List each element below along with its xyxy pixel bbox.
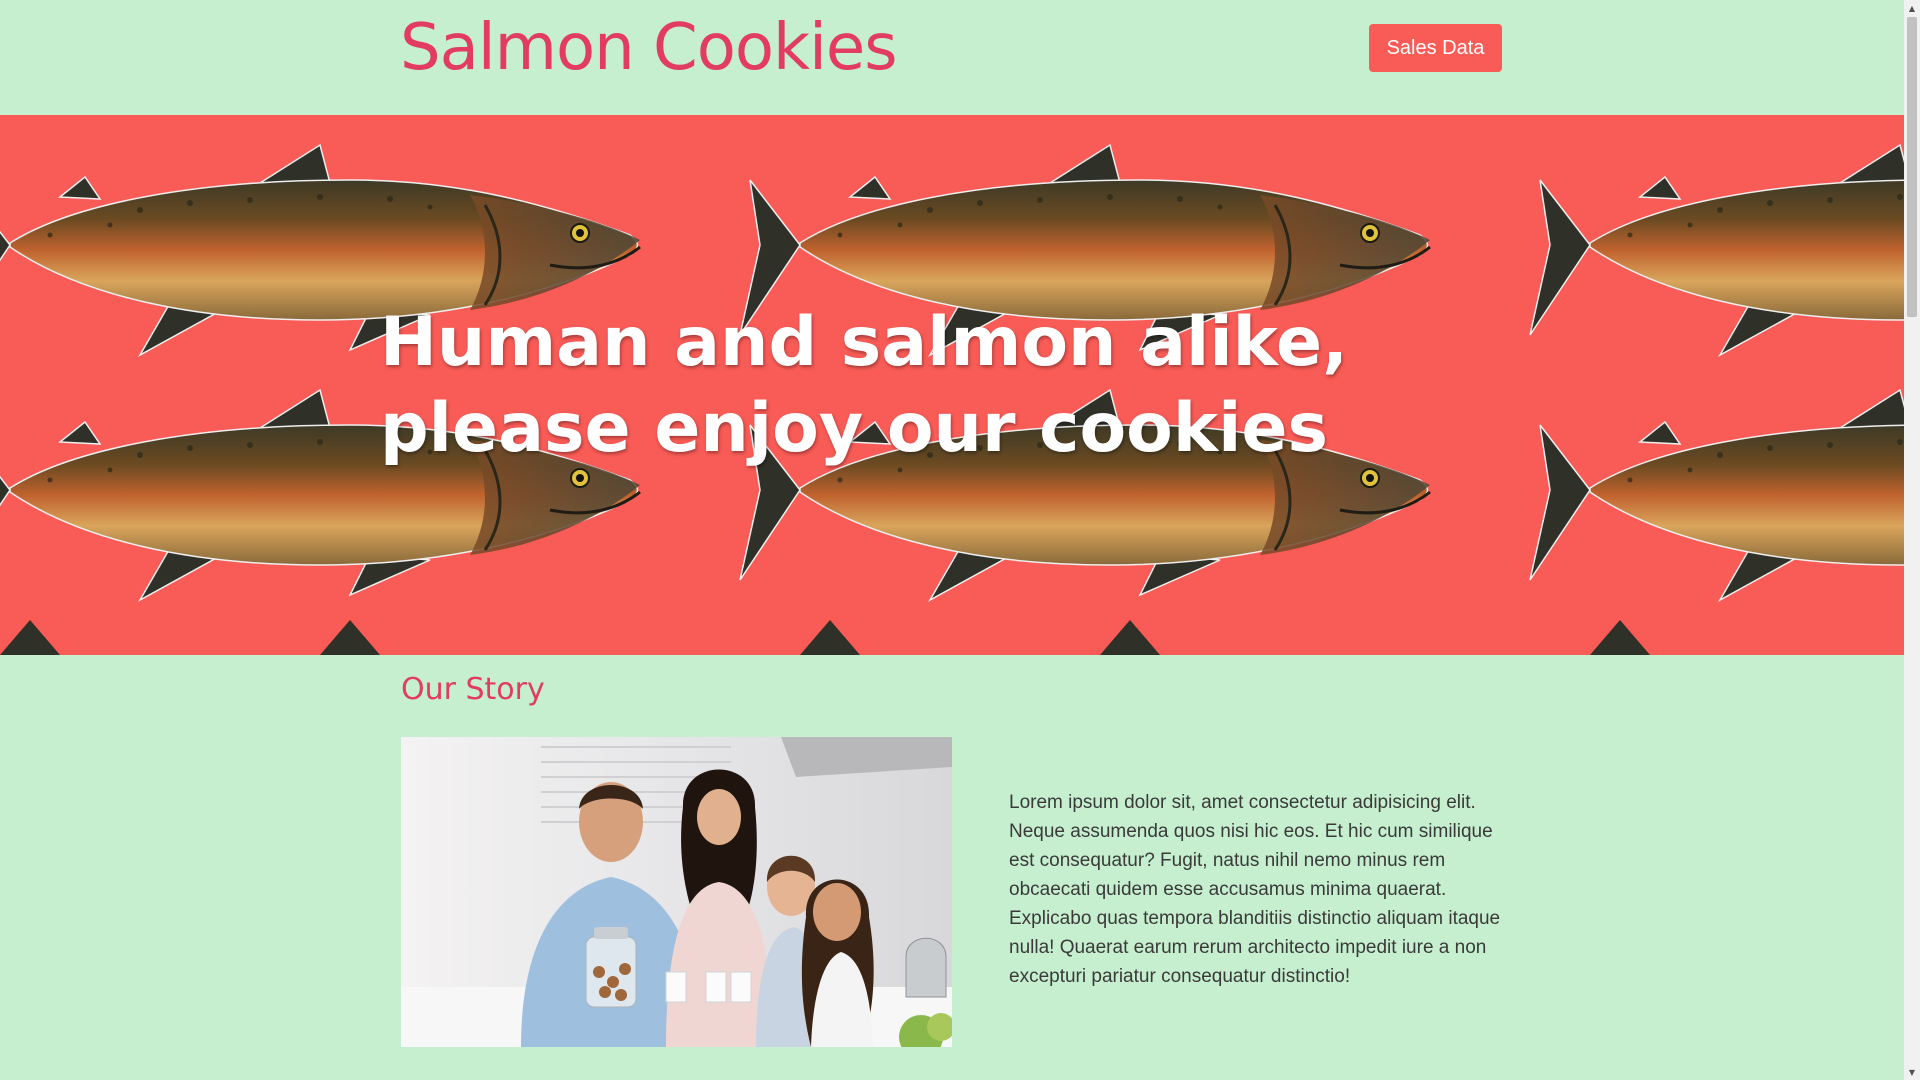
- family-photo-image: [401, 737, 952, 1047]
- page: Salmon Cookies Sales Data Human and salm…: [0, 0, 1904, 1080]
- our-story-heading: Our Story: [401, 672, 545, 707]
- hero-line-2: please enjoy our cookies: [380, 389, 1329, 468]
- hero-heading: Human and salmon alike, please enjoy our…: [380, 300, 1380, 472]
- scroll-thumb[interactable]: [1907, 17, 1917, 317]
- site-title[interactable]: Salmon Cookies: [400, 8, 898, 88]
- site-header: Salmon Cookies Sales Data: [0, 0, 1904, 115]
- hero-line-1: Human and salmon alike,: [380, 303, 1348, 382]
- scroll-up-icon[interactable]: ▲: [1904, 0, 1920, 16]
- our-story-text: Lorem ipsum dolor sit, amet consectetur …: [1009, 792, 1501, 987]
- hero-banner: Human and salmon alike, please enjoy our…: [0, 115, 1904, 655]
- page-scrollbar[interactable]: ▲ ▼: [1904, 0, 1920, 1080]
- sales-data-button[interactable]: Sales Data: [1369, 24, 1502, 72]
- scroll-down-icon[interactable]: ▼: [1904, 1064, 1920, 1080]
